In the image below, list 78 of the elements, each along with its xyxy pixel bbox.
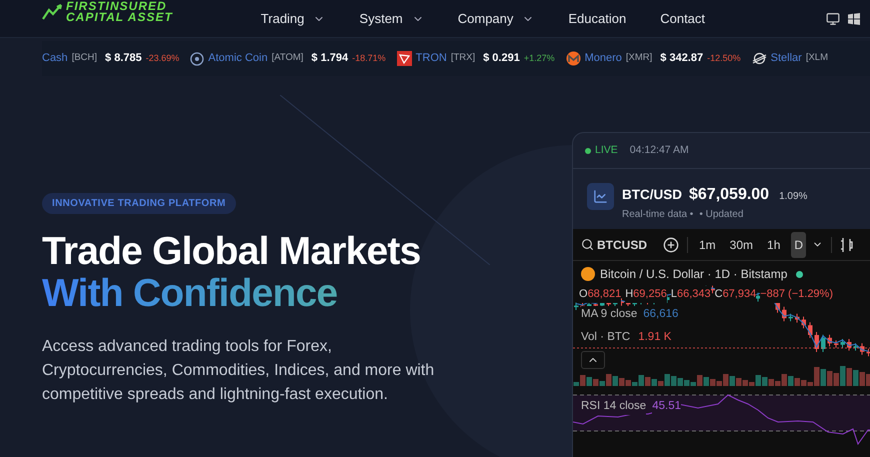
live-label: LIVE: [595, 142, 618, 158]
timeframe-button[interactable]: D: [791, 232, 806, 258]
triangle-logo-icon: [396, 51, 412, 66]
ohlc-value: 69,256: [633, 286, 667, 302]
logo-text: CAPITAL ASSET: [66, 12, 173, 22]
candle: [574, 302, 578, 310]
coin-price: $ 8.785: [105, 51, 142, 66]
windows-icon[interactable]: [848, 12, 860, 24]
candle: [782, 306, 786, 322]
price-change: -18.71%: [352, 52, 386, 65]
coin-symbol: [XMR]: [626, 51, 652, 66]
coin-price: $ 1.794: [311, 51, 348, 66]
candle: [860, 342, 864, 356]
ohlc-value: 68,821: [588, 286, 622, 302]
candle: [795, 313, 800, 324]
data-note: • Updated: [699, 208, 744, 222]
ohlc-key: O: [579, 286, 588, 302]
nav-link[interactable]: System: [359, 8, 424, 28]
coin-icon: [566, 51, 581, 66]
hero-description: Access advanced trading tools for Forex, Cryptocurrencies, Commodities, Indices, and more with competitive spreads and lightning-fast execution.: [42, 337, 436, 405]
nav-link[interactable]: Contact: [660, 8, 706, 28]
logo-text: FIRSTINSURED: [66, 0, 168, 12]
data-note: Real-time data •: [622, 208, 694, 222]
search-icon: [581, 238, 594, 251]
symbol-search[interactable]: BTCUSD: [581, 236, 647, 254]
candle: [821, 334, 826, 352]
collapse-button[interactable]: [581, 351, 605, 369]
bull-logo-icon: [42, 4, 62, 20]
indicator-label: RSI 14 close: [581, 398, 646, 416]
pair-price: $67,059.00: [689, 185, 770, 205]
candle: [847, 338, 852, 352]
candle: [808, 322, 812, 338]
coin-price: $ 0.291: [483, 51, 520, 66]
nav-link[interactable]: Trading: [260, 8, 326, 28]
coin-symbol: [ATOM]: [272, 51, 304, 66]
timeframe-button[interactable]: 1m: [696, 232, 719, 258]
chart-icon: [587, 183, 614, 210]
ohlc-key: H: [625, 286, 634, 302]
candle: [788, 313, 793, 322]
candle: [802, 316, 806, 329]
coin-symbol: [TRX]: [450, 51, 476, 66]
ohlc-value: 67,934: [722, 286, 756, 302]
pair-change: 1.09%: [779, 190, 808, 204]
tagline-badge: INNOVATIVE TRADING PLATFORM: [42, 193, 236, 214]
symbol-title: Bitcoin / U.S. Dollar · 1D · Bitstamp: [600, 266, 788, 283]
timeframe-button[interactable]: 30m: [726, 232, 756, 258]
coin-symbol: [XLM: [806, 51, 828, 66]
price-change: -12.50%: [707, 52, 741, 65]
orbit-icon: [752, 51, 767, 66]
add-icon[interactable]: [663, 236, 679, 252]
coin-symbol: [BCH]: [72, 51, 98, 66]
candle: [834, 340, 838, 348]
candle: [840, 338, 845, 348]
ring-icon: [190, 52, 204, 66]
coin-name[interactable]: Atomic Coin: [208, 50, 268, 67]
candles-icon[interactable]: [840, 236, 854, 252]
ohlc-key: L: [670, 286, 677, 302]
candle: [866, 348, 870, 357]
monitor-icon[interactable]: [826, 12, 840, 26]
bitcoin-icon: [581, 267, 595, 281]
price-change: -23.69%: [146, 52, 180, 65]
coin-name[interactable]: TRON: [416, 50, 447, 67]
coin-name[interactable]: Cash: [42, 50, 68, 67]
coin-price: $ 342.87: [660, 51, 704, 66]
candle: [854, 342, 858, 352]
coin-name[interactable]: Stellar: [770, 50, 802, 67]
pair-name: BTC/USD: [622, 186, 682, 204]
timeframe-button[interactable]: 1h: [764, 232, 784, 258]
hero-title: Trade Global Markets: [42, 231, 420, 273]
indicator-value: 45.51: [652, 398, 681, 416]
ohlc-change: −887 (−1.29%): [760, 286, 833, 302]
nav-link[interactable]: Company: [458, 8, 534, 28]
clock-time: 04:12:47 AM: [630, 142, 689, 158]
nav-link[interactable]: Education: [568, 8, 626, 28]
candle: [828, 334, 832, 347]
price-change: +1.27%: [524, 52, 555, 65]
candle: [814, 332, 819, 352]
coin-name[interactable]: Monero: [584, 50, 622, 67]
